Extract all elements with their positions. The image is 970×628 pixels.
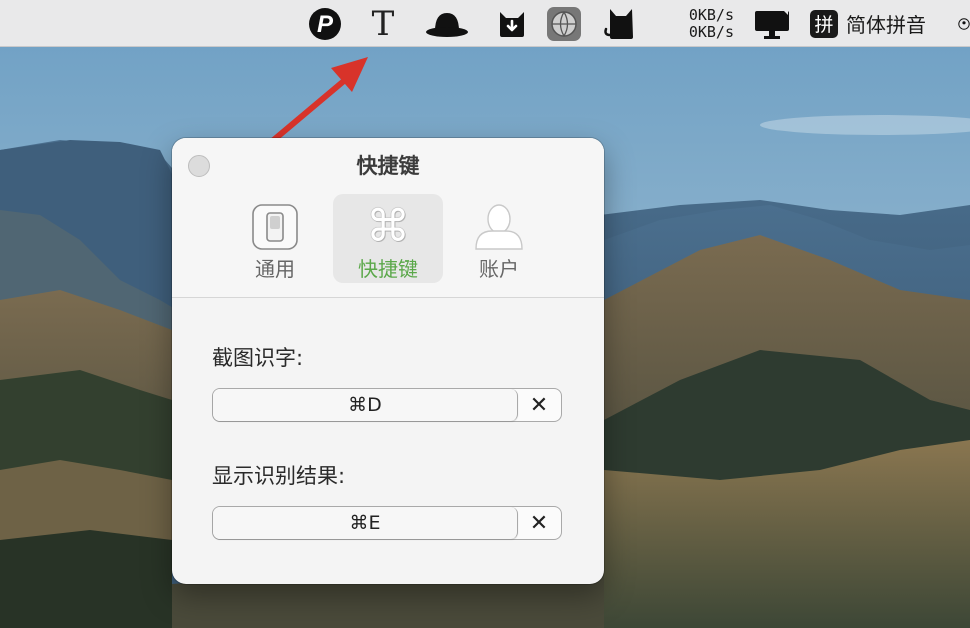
command-icon: ⌘ [366,201,410,252]
text-recognition-t-icon[interactable]: T [364,0,402,47]
tab-account[interactable]: 账户 [444,194,554,283]
download-speed: 0KB/s [688,22,734,41]
switch-icon [249,202,301,252]
show-result-shortcut-field: ⌘E ✕ [212,506,562,540]
tab-shortcuts-label: 快捷键 [358,257,418,281]
show-result-shortcut-label: 显示识别结果: [212,464,346,488]
menu-bar: P T 0KB/s 0KB/s 拼 简体拼音 [0,0,970,47]
window-toolbar: 快捷键 通用 ⌘ 快捷键 账户 [172,138,604,298]
p-circle-icon[interactable]: P [306,0,344,47]
ocr-shortcut-clear-button[interactable]: ✕ [517,389,561,421]
ime-name: 简体拼音 [846,13,926,37]
user-icon [473,202,525,252]
ocr-shortcut-field: ⌘D ✕ [212,388,562,422]
show-result-shortcut-clear-button[interactable]: ✕ [517,507,561,539]
tab-general[interactable]: 通用 [220,194,330,283]
t-icon-glyph: T [371,3,395,44]
globe-app-icon[interactable] [544,0,584,47]
show-result-shortcut-recorder[interactable]: ⌘E [213,507,518,539]
upload-speed: 0KB/s [688,5,734,24]
ocr-shortcut-label: 截图识字: [212,346,304,370]
svg-text:P: P [317,11,334,38]
tab-general-label: 通用 [255,257,295,281]
preferences-window: 快捷键 通用 ⌘ 快捷键 账户 截图识字: ⌘D ✕ 显示识别结果: ⌘E ✕ [172,138,604,584]
window-title: 快捷键 [356,154,420,178]
ocr-shortcut-recorder[interactable]: ⌘D [213,389,518,421]
cat-silhouette-icon[interactable] [600,0,640,47]
input-method-menu[interactable]: 拼 简体拼音 [810,0,944,47]
user-circle-icon[interactable] [956,0,970,47]
tab-account-label: 账户 [479,257,519,281]
cat-download-icon[interactable] [494,0,530,47]
tab-shortcuts[interactable]: ⌘ 快捷键 [333,194,443,283]
ime-badge-icon: 拼 [810,9,838,38]
shortcuts-pane: 截图识字: ⌘D ✕ 显示识别结果: ⌘E ✕ [172,298,604,584]
display-icon[interactable] [752,0,792,47]
bowler-hat-icon[interactable] [424,0,470,47]
network-speed-widget[interactable]: 0KB/s 0KB/s [672,0,734,47]
